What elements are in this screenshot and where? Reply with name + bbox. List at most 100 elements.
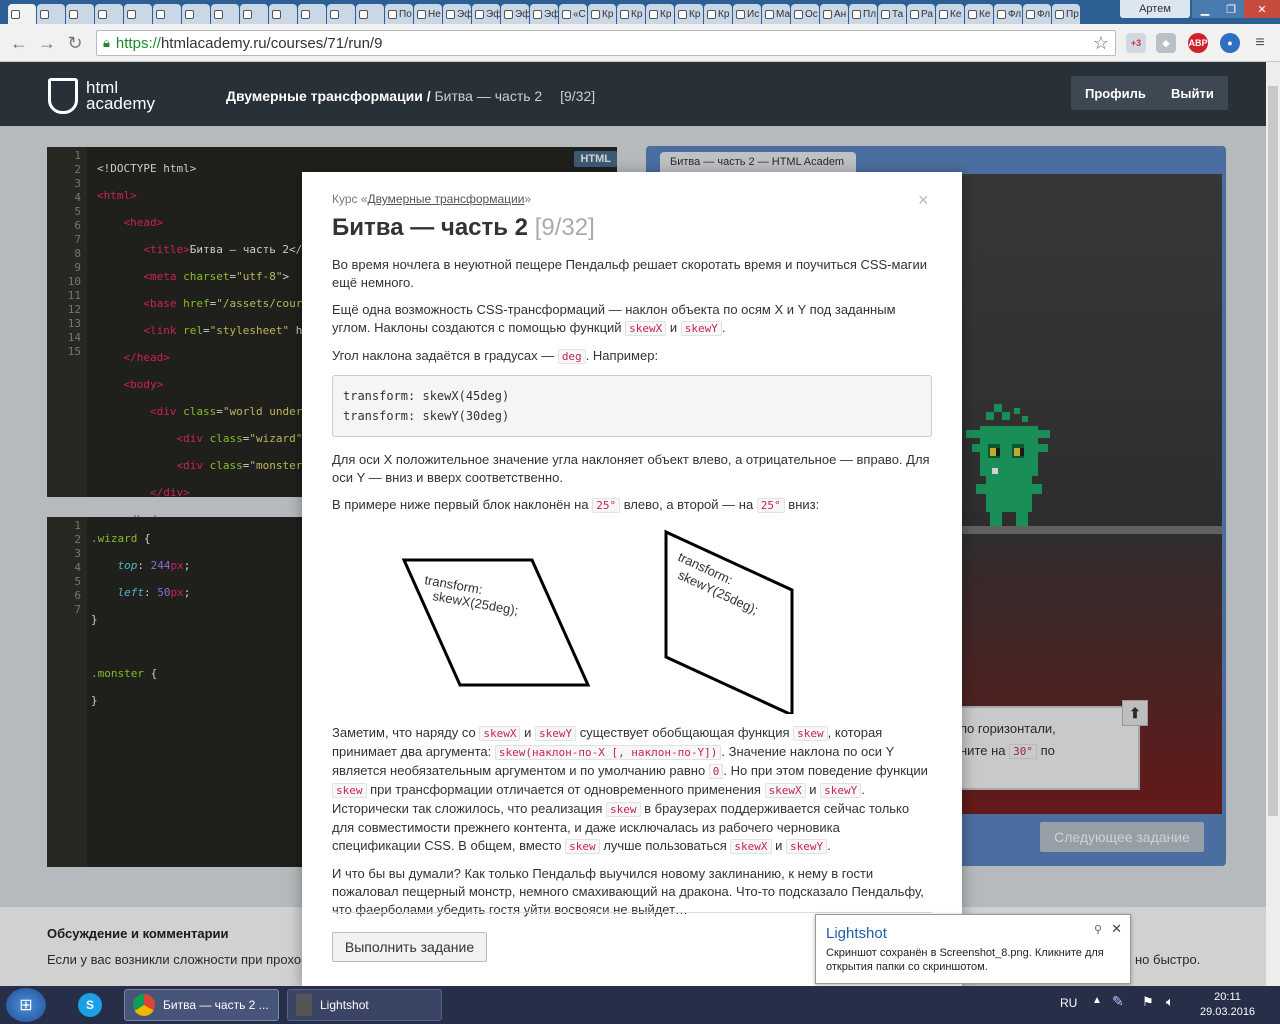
minimize-icon[interactable]: ▁ [1192,0,1218,18]
logo-line2: academy [86,94,155,113]
adblock-icon[interactable]: ABP [1188,33,1208,53]
windows-logo-icon: ⊞ [19,997,33,1014]
browser-tab-label: По [399,8,412,20]
browser-tab-label: Ке [979,8,991,20]
chrome-taskbar-button[interactable]: Битва — часть 2 ... [124,989,279,1021]
browser-tab[interactable]: Та [878,4,906,24]
browser-tab-label: Ос [805,8,818,20]
modal-close-icon[interactable]: × [918,190,929,211]
browser-tab[interactable]: Эф [443,4,471,24]
tab-favicon-icon [707,9,716,19]
browser-tab-label: Кр [602,8,614,20]
lightshot-notification[interactable]: Lightshot Скриншот сохранён в Screenshot… [815,914,1131,984]
breadcrumb-task: Битва — часть 2 [434,88,543,104]
browser-tab[interactable]: Эф [530,4,558,24]
back-icon[interactable]: ← [8,32,30,54]
profile-button[interactable]: Профиль [1071,76,1160,110]
browser-tab[interactable]: Фл [994,4,1022,24]
browser-tab-label: Пр [1066,8,1079,20]
breadcrumb-course[interactable]: Двумерные трансформации / [226,88,434,104]
tab-favicon-icon [11,9,20,19]
browser-tab[interactable] [240,4,268,24]
start-button[interactable]: ⊞ [6,988,46,1022]
code-example: transform: skewX(45deg) transform: skewY… [332,375,932,437]
browser-tab[interactable]: Кр [588,4,616,24]
modal-paragraph-1: Во время ночлега в неуютной пещере Пенда… [332,257,927,290]
browser-tab[interactable] [182,4,210,24]
tab-favicon-icon [359,9,368,19]
language-indicator[interactable]: RU [1060,996,1077,1010]
browser-tab[interactable]: Ос [791,4,819,24]
browser-tab[interactable] [8,4,36,24]
browser-tab[interactable] [298,4,326,24]
lightshot-close-icon[interactable]: ✕ [1111,921,1122,937]
run-task-button[interactable]: Выполнить задание [332,932,487,962]
tray-expand-icon[interactable]: ▲ [1092,995,1102,1006]
tab-favicon-icon [620,9,629,19]
browser-tab[interactable]: «С [559,4,587,24]
browser-tab[interactable] [356,4,384,24]
taskbar-clock[interactable]: 20:11 29.03.2016 [1200,990,1255,1020]
browser-tab[interactable] [269,4,297,24]
browser-tab[interactable]: Кр [617,4,645,24]
browser-tab[interactable]: Эф [472,4,500,24]
extension-lightshot-icon[interactable]: +3 [1126,33,1146,53]
browser-tab[interactable]: Ан [820,4,848,24]
browser-tab[interactable]: Ма [762,4,790,24]
site-logo[interactable]: html academy [48,76,168,116]
browser-tab[interactable] [37,4,65,24]
browser-tab[interactable]: Пл [849,4,877,24]
browser-user-badge[interactable]: Артем [1120,0,1190,18]
close-window-icon[interactable]: ✕ [1244,0,1280,18]
browser-tab[interactable]: Ра [907,4,935,24]
course-link[interactable]: Двумерные трансформации [368,192,525,206]
tab-favicon-icon [1055,9,1064,19]
browser-tab[interactable] [95,4,123,24]
browser-tab-label: Ис [747,8,760,20]
browser-tab[interactable]: Ис [733,4,761,24]
lightshot-app-icon [296,994,312,1016]
browser-tab[interactable]: Кр [646,4,674,24]
lightshot-tray-icon[interactable]: ✎ [1112,993,1124,1010]
maximize-icon[interactable]: ❐ [1218,0,1244,18]
bookmark-star-icon[interactable]: ☆ [1093,33,1109,54]
reload-icon[interactable]: ↻ [64,32,86,54]
tab-favicon-icon [881,9,890,19]
logout-button[interactable]: Выйти [1157,76,1228,110]
browser-tab[interactable]: Кр [675,4,703,24]
browser-tab[interactable]: Пр [1052,4,1080,24]
forward-icon[interactable]: → [36,32,58,54]
pin-icon[interactable]: ⚲ [1094,923,1102,936]
menu-icon[interactable]: ≡ [1250,33,1270,53]
browser-tab[interactable]: Фл [1023,4,1051,24]
page-scrollbar[interactable] [1266,62,1280,986]
scrollbar-thumb[interactable] [1268,86,1278,816]
skype-taskbar-button[interactable]: S [72,989,110,1021]
flag-icon[interactable]: ⚑ [1142,994,1154,1010]
browser-tab[interactable]: Кр [704,4,732,24]
modal-paragraph-7: И что бы вы думали? Как только Пендальф … [332,866,924,917]
browser-tab[interactable]: Ке [965,4,993,24]
lightshot-taskbar-button[interactable]: Lightshot [287,989,442,1021]
lightshot-message: Скриншот сохранён в Screenshot_8.png. Кл… [826,947,1104,973]
browser-tab[interactable] [211,4,239,24]
tab-favicon-icon [968,9,977,19]
browser-tab[interactable] [124,4,152,24]
modal-paragraph-4: Для оси X положительное значение угла на… [332,452,930,485]
browser-tab[interactable] [66,4,94,24]
browser-tab[interactable]: По [385,4,413,24]
browser-tab[interactable]: Ке [936,4,964,24]
browser-tab[interactable]: Эф [501,4,529,24]
browser-tab-label: Эф [457,8,471,20]
volume-icon[interactable]: 🔈︎ [1166,994,1174,1010]
browser-tab[interactable] [153,4,181,24]
modal-counter: [9/32] [534,214,595,241]
globe-icon[interactable]: ● [1220,33,1240,53]
browser-tab[interactable] [327,4,355,24]
tab-favicon-icon [330,9,339,19]
browser-tab-label: Кр [718,8,730,20]
extension-shield-icon[interactable]: ◆ [1156,33,1176,53]
browser-tab[interactable]: Не [414,4,442,24]
address-bar[interactable]: 🔒︎ https://htmlacademy.ru/courses/71/run… [96,30,1116,56]
tab-favicon-icon [504,9,513,19]
